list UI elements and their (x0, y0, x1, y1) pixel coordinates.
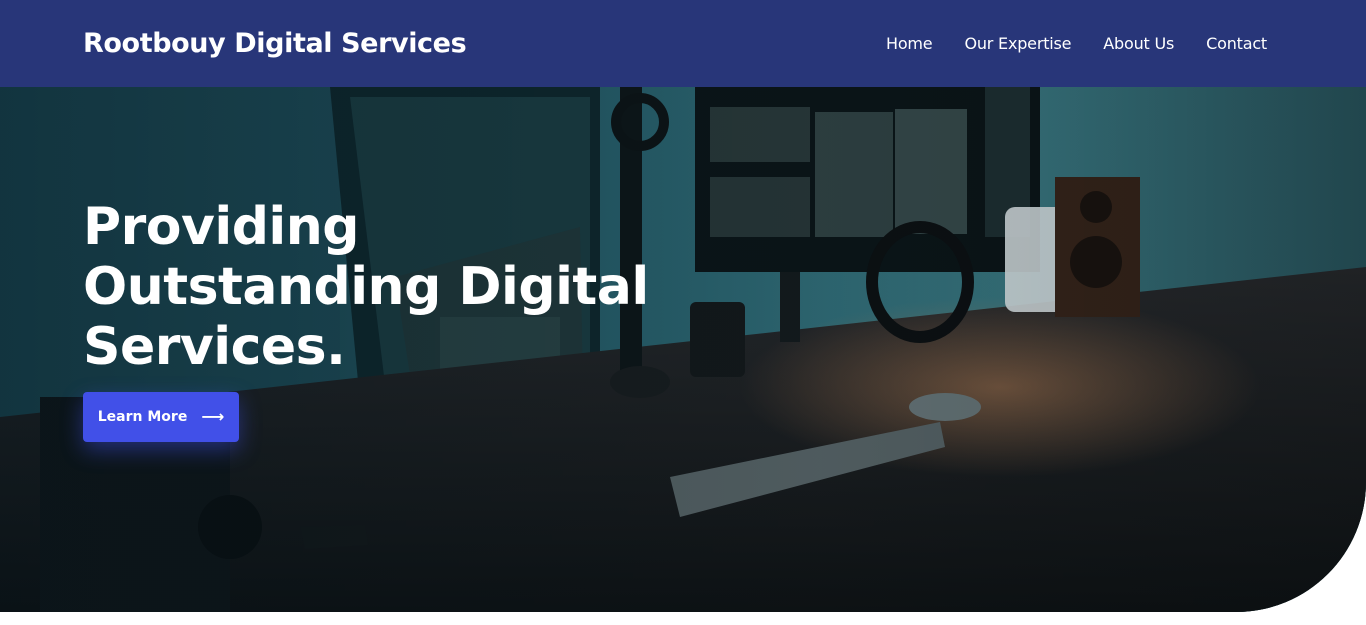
arrow-right-icon: ⟶ (201, 407, 225, 426)
site-header: Rootbouy Digital Services Home Our Exper… (0, 0, 1366, 87)
hero-title: Providing Outstanding Digital Services. (83, 197, 683, 377)
hero-title-line-2: Outstanding Digital (83, 257, 649, 317)
hero-title-line-1: Providing (83, 197, 360, 257)
nav-item-about-us[interactable]: About Us (1103, 34, 1174, 53)
site-brand-logo[interactable]: Rootbouy Digital Services (83, 28, 467, 59)
hero-title-line-3: Services. (83, 317, 346, 377)
nav-item-home[interactable]: Home (886, 34, 933, 53)
hero-section: Providing Outstanding Digital Services. … (0, 87, 1366, 612)
main-nav: Home Our Expertise About Us Contact (886, 34, 1267, 53)
nav-item-our-expertise[interactable]: Our Expertise (964, 34, 1071, 53)
learn-more-label: Learn More (97, 409, 188, 425)
nav-item-contact[interactable]: Contact (1206, 34, 1267, 53)
learn-more-button[interactable]: Learn More ⟶ (83, 392, 239, 442)
